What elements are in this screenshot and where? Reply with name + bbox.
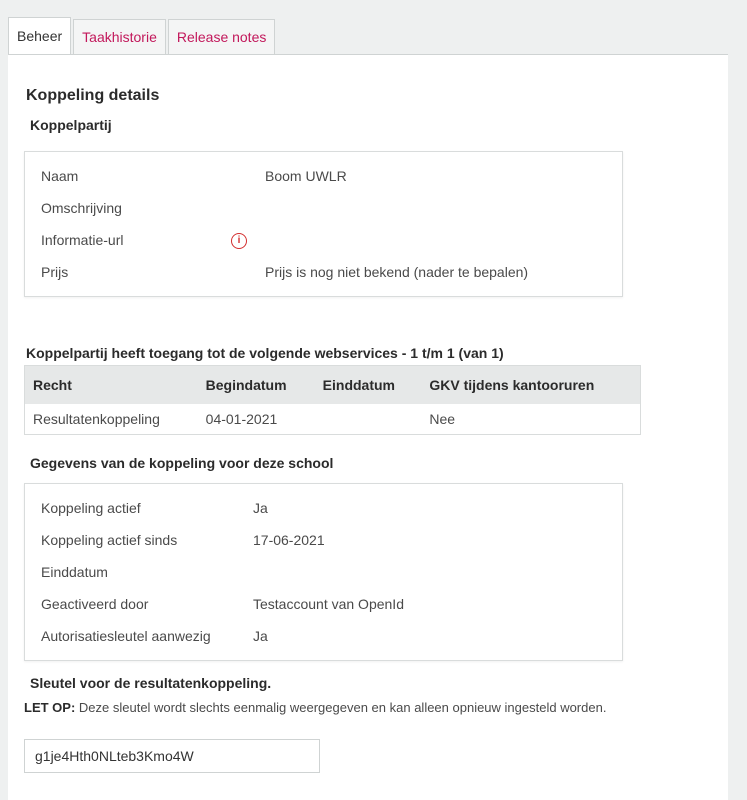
value-koppeling-actief-sinds: 17-06-2021: [253, 532, 325, 548]
page-title: Koppeling details: [26, 87, 160, 104]
value-koppeling-actief: Ja: [253, 500, 268, 516]
sleutel-heading: Sleutel voor de resultatenkoppeling.: [30, 675, 272, 691]
webservices-table: Recht Begindatum Einddatum GKV tijdens k…: [24, 365, 641, 435]
label-einddatum: Einddatum: [41, 564, 108, 580]
row-geactiveerd-door: Geactiveerd door Testaccount van OpenId: [25, 596, 622, 618]
value-prijs: Prijs is nog niet bekend (nader te bepal…: [265, 264, 529, 280]
cell-gkv: Nee: [429, 411, 456, 427]
row-einddatum: Einddatum: [25, 564, 622, 586]
content-panel: Koppeling details Koppelpartij Naam Boom…: [8, 54, 728, 800]
row-koppeling-actief: Koppeling actief Ja: [25, 500, 622, 522]
note-text: Deze sleutel wordt slechts eenmalig weer…: [75, 700, 607, 715]
label-informatie-url: Informatie-url: [41, 232, 124, 248]
tab-beheer[interactable]: Beheer: [8, 17, 72, 54]
col-begindatum[interactable]: Begindatum: [197, 365, 315, 404]
row-prijs: Prijs Prijs is nog niet bekend (nader te…: [25, 264, 622, 286]
koppelpartij-box: Naam Boom UWLR Omschrijving Informatie-u…: [24, 151, 623, 297]
sleutel-note: LET OP: Deze sleutel wordt slechts eenma…: [24, 699, 664, 717]
info-circle-icon[interactable]: i: [231, 233, 247, 249]
value-naam: Boom UWLR: [265, 168, 347, 184]
label-omschrijving: Omschrijving: [41, 200, 122, 216]
cell-einddatum: [315, 404, 422, 435]
tab-taakhistorie[interactable]: Taakhistorie: [73, 19, 166, 54]
label-prijs: Prijs: [41, 264, 69, 280]
tab-bar: Beheer Taakhistorie Release notes: [8, 17, 747, 54]
table-header-row: Recht Begindatum Einddatum GKV tijdens k…: [24, 365, 641, 404]
webservices-heading: Koppelpartij heeft toegang tot de volgen…: [26, 345, 504, 361]
row-omschrijving: Omschrijving: [25, 200, 622, 222]
tab-release-notes[interactable]: Release notes: [167, 19, 276, 54]
row-autorisatiesleutel: Autorisatiesleutel aanwezig Ja: [25, 628, 622, 650]
gegevens-box: Koppeling actief Ja Koppeling actief sin…: [24, 483, 623, 661]
col-einddatum[interactable]: Einddatum: [314, 365, 422, 404]
cell-recht: Resultatenkoppeling: [33, 411, 160, 427]
note-prefix: LET OP:: [24, 700, 76, 715]
col-recht[interactable]: Recht: [24, 365, 198, 404]
label-autorisatiesleutel: Autorisatiesleutel aanwezig: [41, 628, 211, 644]
sleutel-value-field[interactable]: g1je4Hth0NLteb3Kmo4W: [24, 739, 320, 773]
label-koppeling-actief-sinds: Koppeling actief sinds: [41, 532, 178, 548]
label-koppeling-actief: Koppeling actief: [41, 500, 141, 516]
row-naam: Naam Boom UWLR: [25, 168, 622, 190]
koppelpartij-heading: Koppelpartij: [30, 117, 112, 133]
label-naam: Naam: [41, 168, 79, 184]
table-row: Resultatenkoppeling 04-01-2021 Nee: [25, 404, 641, 435]
row-informatie-url: Informatie-url i: [25, 232, 622, 254]
col-gkv[interactable]: GKV tijdens kantooruren: [421, 365, 641, 404]
gegevens-heading: Gegevens van de koppeling voor deze scho…: [30, 455, 334, 471]
value-geactiveerd-door: Testaccount van OpenId: [253, 596, 404, 612]
row-koppeling-actief-sinds: Koppeling actief sinds 17-06-2021: [25, 532, 622, 554]
cell-begindatum: 04-01-2021: [205, 411, 278, 427]
label-geactiveerd-door: Geactiveerd door: [41, 596, 149, 612]
value-autorisatiesleutel: Ja: [253, 628, 268, 644]
